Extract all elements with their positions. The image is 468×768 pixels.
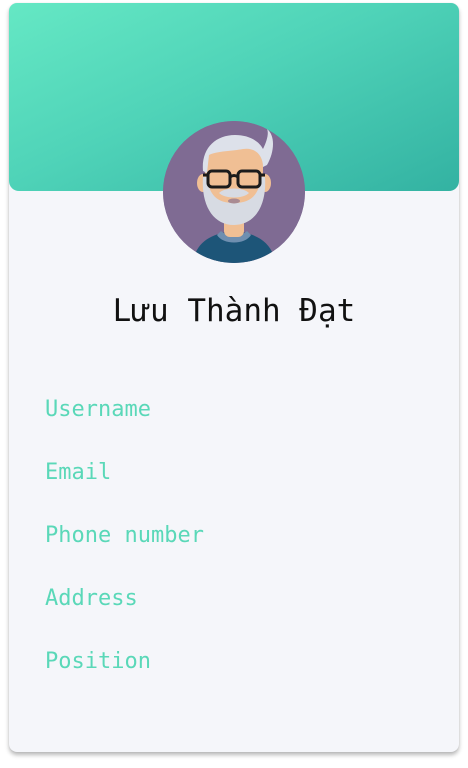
avatar-illustration-icon [163,121,305,263]
profile-field-list: Username Email Phone number Address Posi… [45,393,425,708]
avatar [163,121,305,263]
profile-card: Lưu Thành Đạt Username Email Phone numbe… [9,3,459,752]
profile-name: Lưu Thành Đạt [112,293,356,329]
email-label: Email [45,460,112,485]
phone-number-label: Phone number [45,523,204,548]
address-label: Address [45,586,138,611]
username-label: Username [45,397,151,422]
position-label: Position [45,649,151,674]
